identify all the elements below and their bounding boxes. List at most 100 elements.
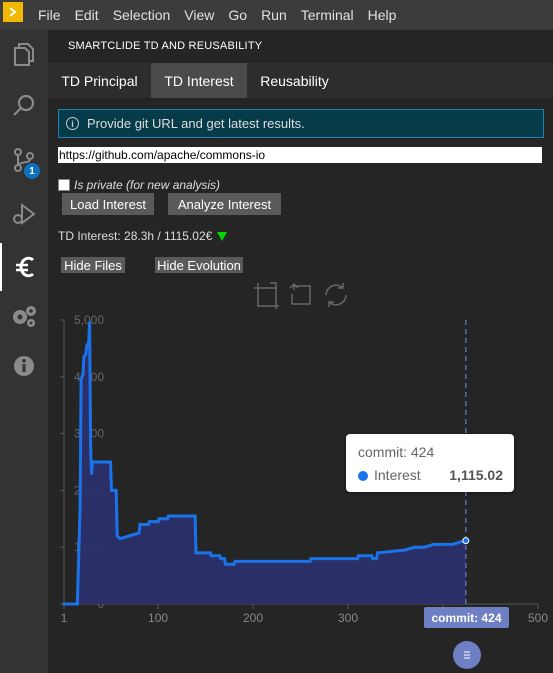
data-point (147, 520, 152, 524)
tab-td-interest[interactable]: TD Interest (151, 63, 247, 98)
axis-pointer-label: commit: 424 (424, 607, 509, 628)
panel-title: SMARTCLIDE TD AND REUSABILITY (68, 40, 263, 52)
x-tick-label: 300 (338, 611, 358, 625)
data-point (114, 488, 118, 492)
info-circle-icon: i (66, 117, 79, 130)
data-point (62, 602, 66, 606)
data-point (403, 548, 407, 552)
data-point (79, 378, 83, 382)
git-url-input[interactable] (58, 147, 542, 163)
private-row: Is private (for new analysis) (58, 178, 220, 192)
vscode-logo-icon (3, 2, 23, 22)
data-point (356, 554, 361, 558)
data-point (208, 551, 212, 555)
tab-bar: TD Principal TD Interest Reusability (48, 63, 553, 98)
info-icon[interactable] (0, 342, 48, 390)
private-checkbox[interactable] (58, 179, 70, 191)
datazoom-handle-icon[interactable] (453, 641, 481, 669)
files-icon[interactable] (0, 30, 48, 78)
data-point (165, 517, 170, 521)
menu-selection[interactable]: Selection (106, 0, 178, 30)
chart-tooltip: commit: 424 Interest 1,115.02 (346, 434, 514, 492)
data-point (309, 556, 313, 561)
settings-gears-icon[interactable] (0, 292, 48, 340)
tooltip-value: 1,115.02 (449, 467, 503, 483)
load-interest-button[interactable]: Load Interest (62, 193, 154, 215)
data-point (370, 554, 374, 558)
data-point (115, 534, 119, 538)
data-point (108, 460, 113, 464)
data-point (87, 341, 91, 345)
data-point (138, 522, 142, 527)
data-point (156, 520, 160, 524)
data-point (137, 531, 141, 535)
zoom-reset-icon[interactable] (289, 282, 311, 305)
data-point (84, 352, 88, 356)
x-tick-label: 500 (528, 611, 548, 625)
data-point (88, 321, 92, 325)
x-tick-label: 200 (243, 611, 263, 625)
data-point (82, 355, 86, 359)
data-point (355, 556, 360, 561)
euro-icon[interactable] (0, 243, 50, 291)
data-point (232, 562, 236, 566)
menu-bar: File Edit Selection View Go Run Terminal… (0, 0, 553, 30)
data-point (81, 372, 85, 376)
zoom-select-icon[interactable] (254, 282, 279, 309)
data-point (176, 514, 180, 518)
data-point (194, 551, 198, 555)
data-point (127, 534, 132, 538)
menu-edit[interactable]: Edit (68, 0, 106, 30)
data-point (157, 517, 161, 521)
menu-view[interactable]: View (177, 0, 221, 30)
info-message: Provide git URL and get latest results. (87, 116, 305, 131)
data-point (450, 542, 455, 546)
data-point (219, 556, 223, 561)
data-point (375, 551, 380, 555)
menu-terminal[interactable]: Terminal (294, 0, 361, 30)
x-tick-label: 1 (61, 611, 68, 625)
data-point (308, 559, 312, 563)
data-point (85, 343, 89, 348)
source-control-icon[interactable]: 1 (0, 136, 48, 184)
data-point (193, 514, 197, 518)
data-point (412, 545, 417, 549)
data-point (78, 505, 82, 510)
source-control-badge: 1 (24, 163, 40, 179)
data-point (374, 556, 379, 561)
search-icon[interactable] (0, 82, 48, 130)
td-interest-text: TD Interest: 28.3h / 1115.02€ (58, 229, 213, 243)
td-interest-summary: TD Interest: 28.3h / 1115.02€ (58, 229, 228, 243)
x-tick-label: 100 (148, 611, 168, 625)
trend-down-icon (217, 231, 228, 241)
data-point (75, 602, 79, 606)
activity-bar: 1 (0, 30, 48, 673)
data-point (223, 562, 228, 566)
data-point (94, 460, 98, 464)
tab-td-principal[interactable]: TD Principal (48, 63, 151, 98)
data-point (166, 514, 171, 518)
tooltip-series-name: Interest (374, 467, 421, 483)
data-point (109, 488, 114, 492)
tooltip-series-marker (358, 471, 368, 481)
menu-go[interactable]: Go (221, 0, 254, 30)
tab-reusability[interactable]: Reusability (247, 63, 342, 98)
menu-help[interactable]: Help (361, 0, 404, 30)
data-point (90, 460, 95, 464)
restore-icon[interactable] (325, 283, 347, 307)
analyze-interest-button[interactable]: Analyze Interest (168, 193, 281, 215)
private-label: Is private (for new analysis) (74, 178, 221, 192)
run-debug-icon[interactable] (0, 190, 48, 238)
data-point (218, 554, 222, 558)
data-point (222, 556, 227, 561)
info-message-box: i Provide git URL and get latest results… (58, 109, 544, 138)
menu-file[interactable]: File (31, 0, 68, 30)
highlight-point (462, 537, 470, 545)
data-point (371, 556, 375, 561)
data-point (233, 559, 237, 563)
menu-run[interactable]: Run (254, 0, 294, 30)
data-point (88, 443, 93, 447)
data-point (118, 537, 122, 541)
data-point (209, 554, 213, 558)
tooltip-title: commit: 424 (358, 444, 435, 460)
